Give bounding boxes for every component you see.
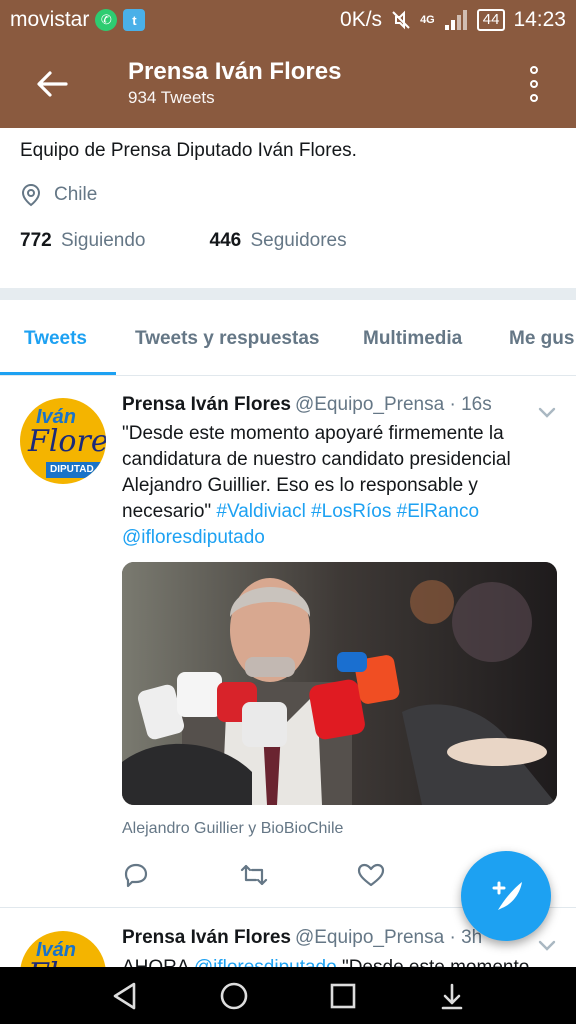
section-divider [0, 288, 576, 300]
compose-tweet-button[interactable] [461, 851, 551, 941]
nav-recents-button[interactable] [323, 976, 363, 1016]
photo-caption: Alejandro Guillier y BioBioChile [122, 820, 344, 837]
like-icon[interactable] [357, 862, 385, 888]
avatar[interactable]: Iván Flores DIPUTAD [20, 398, 106, 484]
pull-down-icon [441, 983, 462, 1009]
followers-label: Seguidores [250, 230, 347, 251]
press-conference-photo [122, 562, 557, 805]
tweet-handle-time: @Equipo_Prensa · 3h [294, 927, 483, 948]
followers-link[interactable]: 446 Seguidores [210, 230, 347, 252]
mention-link[interactable]: @ifloresdiputado [194, 957, 337, 967]
profile-info: Equipo de Prensa Diputado Iván Flores. C… [0, 128, 576, 288]
battery-indicator: 44 [476, 9, 506, 31]
nav-home-button[interactable] [214, 976, 254, 1016]
tab-tweets[interactable]: Tweets [24, 328, 87, 350]
chevron-down-icon[interactable] [538, 937, 556, 955]
tweet-author-name: Prensa Iván Flores [122, 394, 291, 415]
tweet-handle-time: @Equipo_Prensa · 16s [294, 394, 492, 415]
reply-icon[interactable] [122, 862, 150, 888]
tweet[interactable]: Iván Flores DIPUTAD Prensa Iván Flores@E… [0, 376, 576, 908]
overflow-menu-button[interactable] [522, 66, 546, 102]
twitter-icon: t [123, 9, 146, 31]
location-label: Chile [54, 184, 98, 205]
profile-bio: Equipo de Prensa Diputado Iván Flores. [20, 140, 357, 161]
nav-notifications-button[interactable] [432, 976, 472, 1016]
profile-tabs: Tweets Tweets y respuestas Multimedia Me… [0, 300, 576, 376]
network-speed: 0K/s [340, 8, 383, 31]
mute-icon [392, 10, 410, 30]
tweet-header: Prensa Iván Flores @Equipo_Prensa · 16s [122, 394, 492, 416]
tab-media[interactable]: Multimedia [363, 328, 462, 350]
retweet-icon[interactable] [240, 862, 268, 888]
tweet-author-name: Prensa Iván Flores [122, 927, 291, 948]
tab-likes[interactable]: Me gus [509, 328, 574, 350]
tab-tweets-replies[interactable]: Tweets y respuestas [135, 328, 319, 350]
tweet-text: "Desde este momento apoyaré firmemente l… [122, 423, 511, 548]
followers-count: 446 [209, 230, 242, 251]
back-button[interactable] [30, 62, 74, 106]
chevron-down-icon[interactable] [538, 404, 556, 422]
app-bar: Prensa Iván Flores 934 Tweets [0, 40, 576, 128]
clock: 14:23 [513, 8, 566, 31]
signal-icon [444, 10, 467, 30]
mention-link[interactable]: @ifloresdiputado [122, 527, 265, 548]
tweet-photo[interactable] [122, 562, 557, 805]
network-type: 4G [420, 14, 435, 26]
avatar[interactable]: Iván Flores DIPUTAD [20, 931, 106, 967]
square-recents-icon [330, 983, 355, 1008]
profile-title: Prensa Iván Flores [128, 58, 342, 85]
circle-home-icon [220, 982, 247, 1009]
tweet-count: 934 Tweets [128, 88, 215, 107]
hashtag-links[interactable]: #Valdiviacl #LosRíos #ElRanco [216, 501, 479, 522]
system-nav-bar [0, 967, 576, 1024]
nav-back-button[interactable] [105, 976, 145, 1016]
following-link[interactable]: 772 Siguiendo [20, 230, 146, 252]
location-pin-icon [21, 183, 41, 207]
arrow-left-icon [37, 71, 68, 97]
profile-location: Chile [20, 183, 97, 207]
tweet-text: AHORA @ifloresdiputado "Desde este momen… [122, 955, 552, 967]
whatsapp-icon: ✆ [95, 9, 118, 31]
following-label: Siguiendo [60, 230, 146, 251]
compose-feather-icon [492, 881, 522, 910]
following-count: 772 [20, 230, 52, 251]
carrier-label: movistar [10, 8, 90, 31]
triangle-back-icon [113, 982, 135, 1009]
status-bar: movistar ✆ t 0K/s 4G 44 14:23 [0, 0, 576, 40]
tweet-header: Prensa Iván Flores @Equipo_Prensa · 3h [122, 927, 482, 949]
